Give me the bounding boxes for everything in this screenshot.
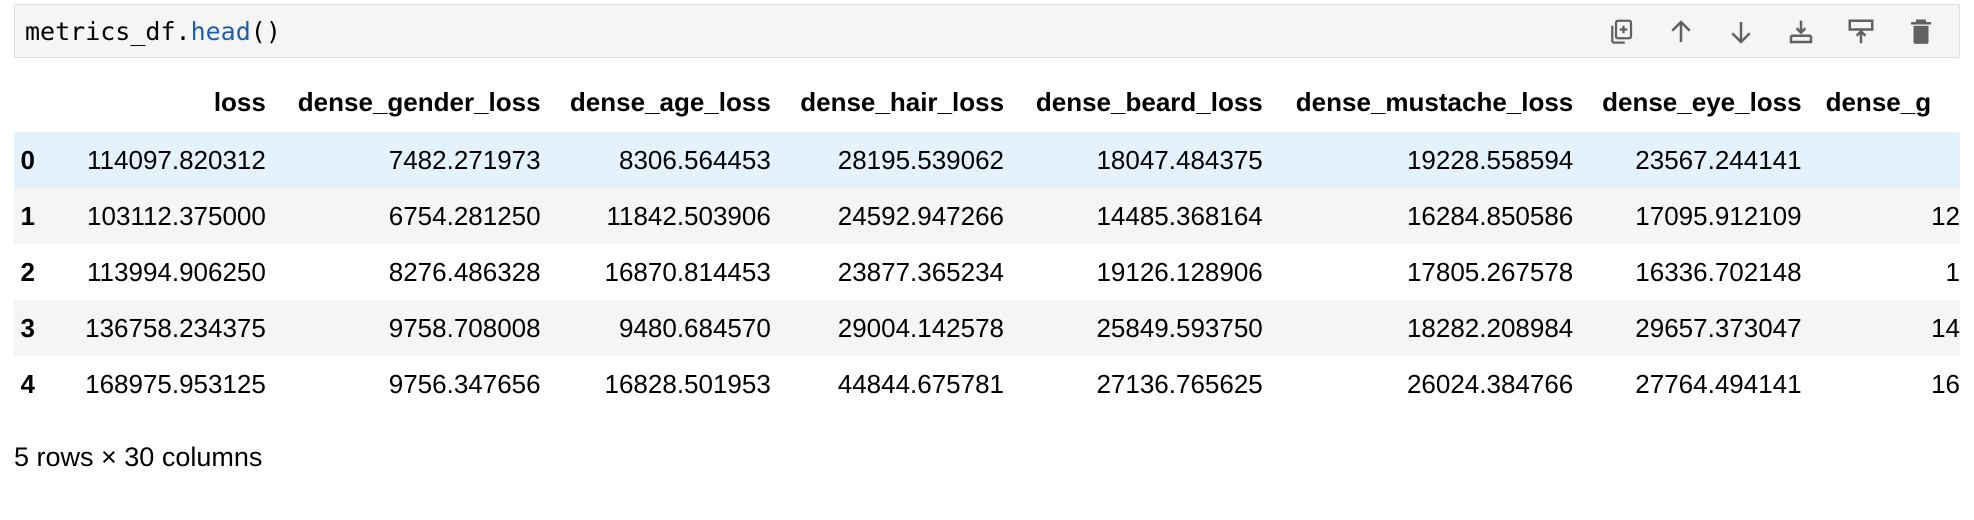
table-cell: 19228.558594 [1406,144,1574,175]
table-row[interactable]: 3 136758.234375 9758.708008 9480.684570 … [14,300,1960,356]
table-cell: 29004.142578 [837,312,1005,343]
table-cell: 1 [1945,256,1960,287]
table-cell: 16870.814453 [604,256,771,287]
table-cell: 16336.702148 [1635,256,1802,287]
table-cell: 27136.765625 [1096,368,1263,399]
code-line[interactable]: metrics_df.head() [25,18,281,46]
table-cell: 18047.484375 [1096,144,1263,175]
index-header [14,72,41,132]
table-cell: 8306.564453 [618,144,771,175]
duplicate-icon [1611,19,1633,44]
table-row[interactable]: 2 113994.906250 8276.486328 16870.814453… [14,244,1960,300]
column-header: dense_gender_loss [297,86,541,117]
cell-toolbar [1581,13,1941,51]
table-cell: 16284.850586 [1406,200,1574,231]
table-cell: 7482.271973 [388,144,541,175]
table-cell: 6754.281250 [388,200,541,231]
table-cell: 8276.486328 [388,256,541,287]
code-object: metrics_df [25,17,176,46]
insert-below-button[interactable] [1781,13,1821,51]
table-cell: 19126.128906 [1096,256,1263,287]
insert-above-button[interactable] [1841,13,1881,51]
move-down-button[interactable] [1721,13,1761,51]
table-cell: 12 [1931,200,1960,231]
table-cell [1802,132,1960,188]
table-row[interactable]: 1 103112.375000 6754.281250 11842.503906… [14,188,1960,244]
row-index: 0 [20,144,35,175]
dataframe-output: loss dense_gender_loss dense_age_loss de… [14,72,1960,402]
header-row: loss dense_gender_loss dense_age_loss de… [14,72,1960,132]
delete-icon [1911,19,1931,44]
move-down-icon [1731,22,1751,44]
table-cell: 28195.539062 [837,144,1005,175]
code-parens: () [250,17,281,46]
table-cell: 114097.820312 [87,144,266,175]
table-row[interactable]: 4 168975.953125 9756.347656 16828.501953… [14,356,1960,402]
insert-above-icon [1848,19,1874,44]
table-cell: 27764.494141 [1635,368,1802,399]
column-header: dense_mustache_loss [1295,86,1574,117]
move-up-icon [1671,20,1691,42]
table-cell: 103112.375000 [87,200,266,231]
table-cell: 9756.347656 [388,368,541,399]
table-cell: 9480.684570 [618,312,771,343]
table-cell: 11842.503906 [606,200,771,231]
table-cell: 17095.912109 [1635,200,1802,231]
code-dot: . [175,17,191,46]
delete-cell-button[interactable] [1901,13,1941,51]
row-index: 3 [20,312,35,343]
table-cell: 26024.384766 [1406,368,1574,399]
column-header: dense_beard_loss [1035,86,1263,117]
column-header: dense_age_loss [569,86,771,117]
code-method: head [190,17,251,46]
table-cell: 23877.365234 [837,256,1005,287]
table-cell: 136758.234375 [85,312,266,343]
table-row[interactable]: 0 114097.820312 7482.271973 8306.564453 … [14,132,1960,188]
table-cell: 23567.244141 [1635,144,1802,175]
table-cell: 9758.708008 [388,312,541,343]
table-cell: 18282.208984 [1406,312,1574,343]
column-header: loss [213,86,266,117]
table-cell: 16 [1931,368,1960,399]
row-index: 2 [20,256,35,287]
table-cell: 14 [1931,312,1960,343]
dataframe-shape-summary: 5 rows × 30 columns [14,442,263,472]
dataframe-table: loss dense_gender_loss dense_age_loss de… [14,72,1960,402]
move-up-button[interactable] [1661,13,1701,51]
table-cell: 24592.947266 [837,200,1005,231]
table-cell: 25849.593750 [1096,312,1263,343]
row-index: 4 [20,368,35,399]
table-cell: 29657.373047 [1635,312,1802,343]
row-index: 1 [20,200,35,231]
table-cell: 16828.501953 [604,368,771,399]
duplicate-cell-button[interactable] [1601,13,1641,51]
column-header: dense_eye_loss [1602,86,1802,117]
table-cell: 17805.267578 [1406,256,1574,287]
column-header: dense_hair_loss [800,86,1005,117]
table-cell: 168975.953125 [85,368,266,399]
column-header: dense_g [1825,86,1932,117]
code-cell-input[interactable]: metrics_df.head() [14,4,1960,58]
table-cell: 113994.906250 [87,256,266,287]
table-cell: 44844.675781 [837,368,1005,399]
table-cell: 14485.368164 [1096,200,1263,231]
insert-below-icon [1789,20,1813,44]
